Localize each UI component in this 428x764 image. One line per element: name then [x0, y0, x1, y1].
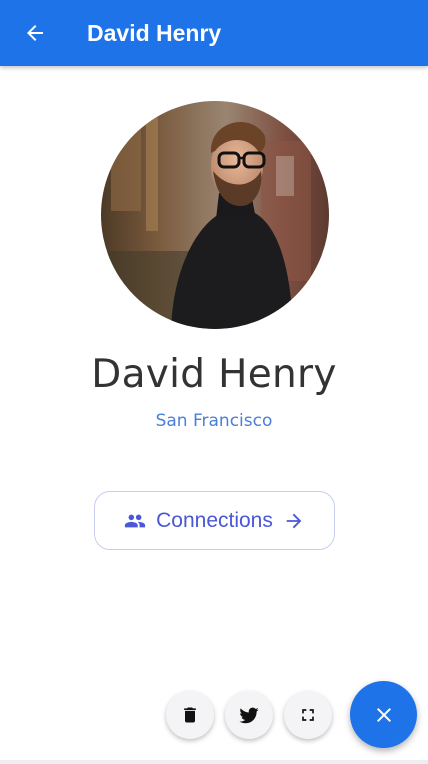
people-icon [125, 514, 146, 527]
bottom-divider [0, 760, 428, 764]
app-bar: David Henry [0, 0, 428, 66]
profile-screen: David Henry David Henry San Francisco Co… [0, 0, 428, 764]
connections-label: Connections [156, 508, 273, 532]
avatar-photo [101, 101, 329, 329]
back-button[interactable] [21, 19, 49, 47]
profile-name: David Henry [91, 352, 337, 397]
close-fab-button[interactable] [350, 681, 417, 748]
profile-location: San Francisco [155, 411, 273, 431]
fullscreen-button[interactable] [284, 691, 332, 739]
twitter-icon [239, 707, 259, 724]
twitter-button[interactable] [225, 691, 273, 739]
avatar [101, 101, 329, 329]
fullscreen-icon [302, 709, 314, 721]
close-icon [376, 707, 391, 722]
trash-icon [184, 707, 196, 723]
delete-button[interactable] [166, 691, 214, 739]
arrow-right-icon [286, 513, 302, 528]
page-title: David Henry [87, 20, 222, 46]
connections-button[interactable]: Connections [94, 491, 335, 550]
arrow-left-icon [27, 25, 43, 41]
